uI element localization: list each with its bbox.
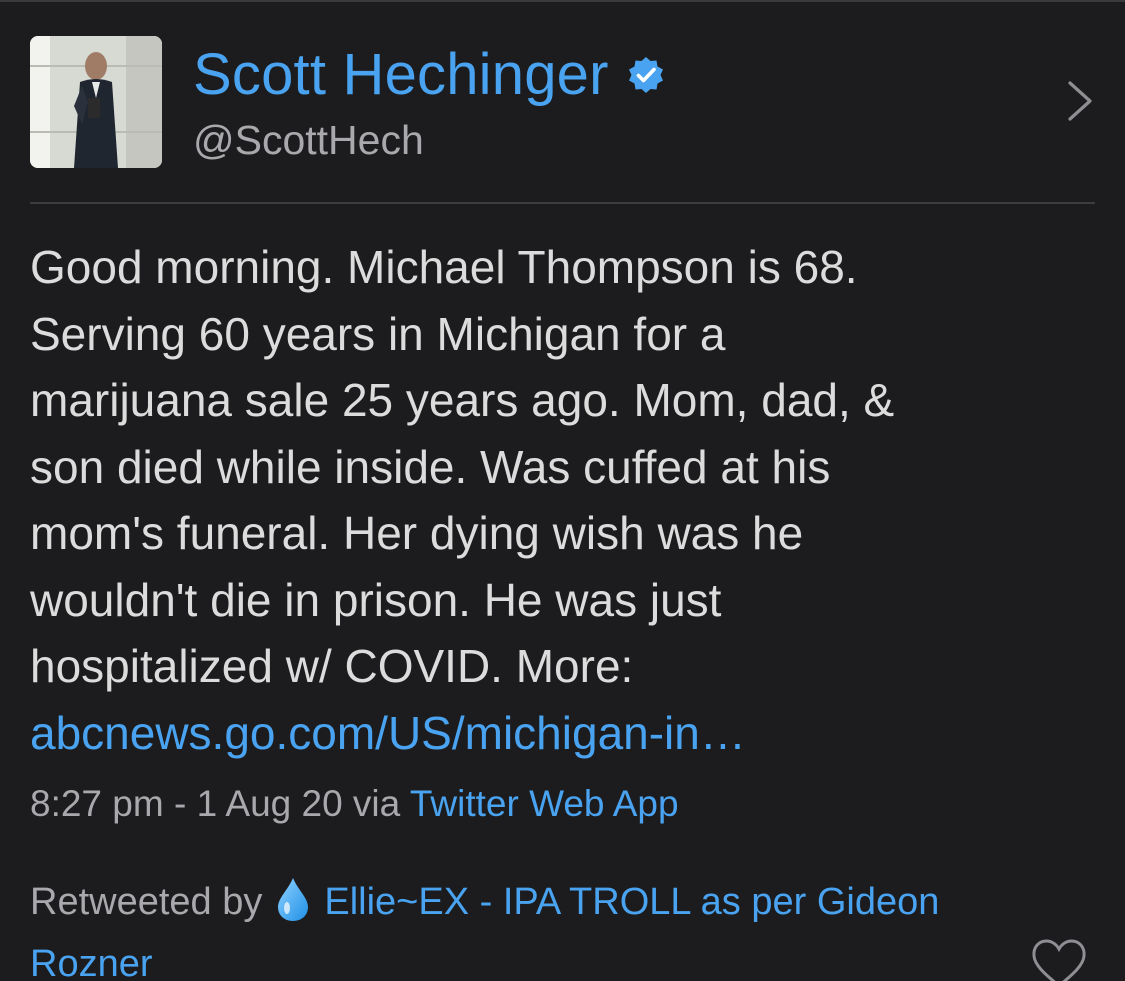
tweet-line: hospitalized w/ COVID. More: [30,640,634,692]
tweet-link[interactable]: abcnews.go.com/US/michigan-in… [30,700,1100,767]
tweet-line: mom's funeral. Her dying wish was he [30,507,804,559]
timestamp: 8:27 pm - 1 Aug 20 via [30,783,410,824]
heart-icon[interactable] [1030,938,1088,981]
tweet-line: Good morning. Michael Thompson is 68. [30,241,858,293]
author-handle[interactable]: @ScottHech [193,112,424,168]
tweet-line: marijuana sale 25 years ago. Mom, dad, & [30,374,895,426]
source-link[interactable]: Twitter Web App [410,783,679,824]
tweet-body: Good morning. Michael Thompson is 68. Se… [30,234,1100,766]
chevron-right-icon[interactable] [1064,80,1096,122]
tweet-line: wouldn't die in prison. He was just [30,573,722,626]
retweet-row: Retweeted by Ellie~EX - IPA TROLL as per… [30,874,939,930]
retweeter-name-continued[interactable]: Rozner [30,936,153,981]
tweet-meta: 8:27 pm - 1 Aug 20 via Twitter Web App [30,778,679,830]
tweet-line: son died while inside. Was cuffed at his [30,440,831,493]
droplet-icon [276,876,310,922]
retweeted-by-label: Retweeted by [30,881,263,923]
retweeter-name[interactable]: Ellie~EX - IPA TROLL as per Gideon [324,881,939,923]
tweet-line: Serving 60 years in Michigan for a [30,307,726,360]
verified-badge-icon [627,56,665,94]
author-name-row[interactable]: Scott Hechinger [193,40,665,110]
author-name[interactable]: Scott Hechinger [193,40,609,110]
avatar[interactable] [30,36,162,168]
header-divider [30,202,1095,204]
